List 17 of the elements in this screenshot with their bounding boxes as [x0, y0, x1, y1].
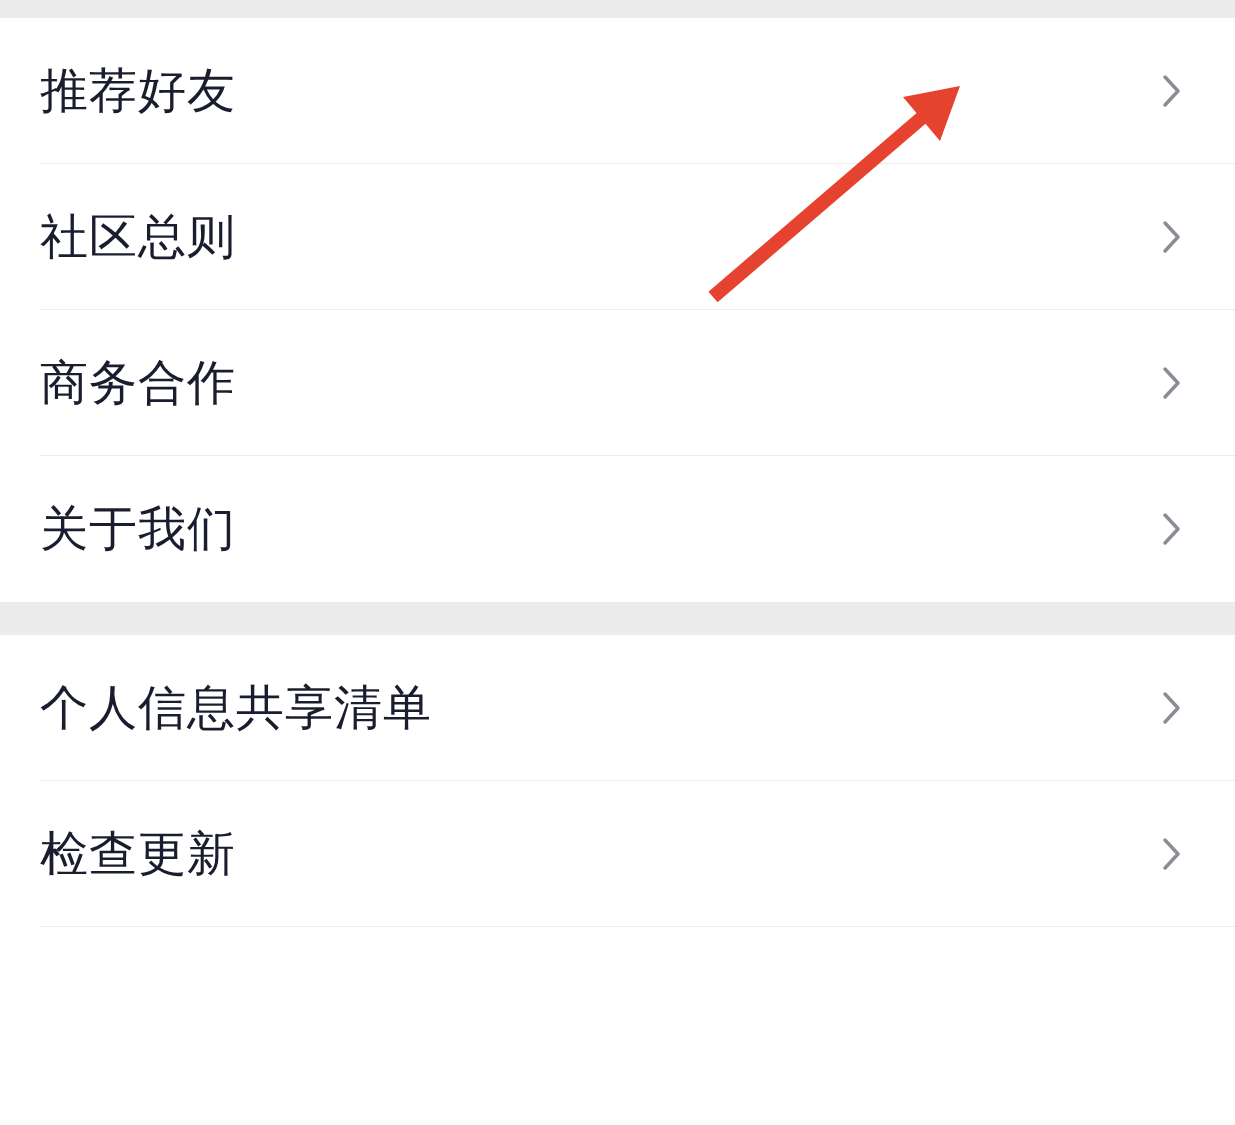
item-label: 个人信息共享清单: [40, 677, 432, 737]
item-label: 社区总则: [40, 206, 236, 266]
chevron-right-icon: [1161, 835, 1183, 872]
item-label: 关于我们: [40, 499, 236, 558]
settings-item[interactable]: 个人信息共享清单: [40, 635, 1235, 781]
chevron-right-icon: [1161, 218, 1183, 255]
settings-item[interactable]: 商务合作: [40, 310, 1235, 456]
settings-item[interactable]: 社区总则: [40, 164, 1235, 310]
chevron-right-icon: [1161, 72, 1183, 109]
settings-item[interactable]: 关于我们: [40, 456, 1235, 602]
chevron-right-icon: [1161, 689, 1183, 726]
item-label: 推荐好友: [40, 60, 236, 120]
chevron-right-icon: [1161, 511, 1183, 547]
chevron-right-icon: [1161, 364, 1183, 401]
item-label: 检查更新: [40, 823, 236, 883]
settings-item[interactable]: 检查更新: [40, 781, 1235, 927]
item-label: 商务合作: [40, 352, 236, 412]
